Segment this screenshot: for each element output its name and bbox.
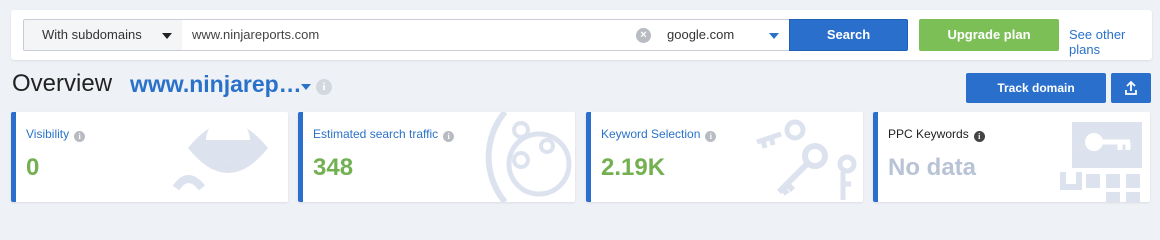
engine-select-label: google.com — [667, 27, 735, 42]
see-other-plans-link[interactable]: See other plans — [1069, 27, 1152, 57]
chevron-down-icon[interactable] — [301, 84, 311, 90]
ppc-keywords-card[interactable]: PPC Keywords i No data — [873, 112, 1150, 202]
info-icon[interactable]: i — [705, 131, 717, 142]
chevron-down-icon — [769, 33, 779, 39]
track-domain-button[interactable]: Track domain — [966, 73, 1106, 103]
orbit-icon — [485, 112, 572, 202]
search-traffic-card[interactable]: Estimated search traffic i 348 — [298, 112, 575, 202]
info-icon[interactable]: i — [443, 131, 455, 142]
page-title: Overview — [12, 70, 113, 97]
search-engine-select[interactable]: google.com — [659, 19, 790, 51]
search-bar: With subdomains www.ninjareports.com × g… — [11, 10, 1152, 60]
upgrade-plan-button[interactable]: Upgrade plan — [919, 19, 1059, 51]
eye-icon — [172, 118, 268, 191]
info-icon[interactable]: i — [74, 131, 86, 142]
ppc-keywords-label: PPC Keywords — [888, 127, 969, 141]
clear-icon[interactable]: × — [636, 28, 651, 43]
scope-select-label: With subdomains — [42, 27, 142, 42]
domain-selector[interactable]: www.ninjarep… — [130, 71, 302, 98]
search-traffic-label: Estimated search traffic — [313, 127, 439, 141]
card-label: Estimated search traffic i — [313, 127, 455, 142]
card-label: Keyword Selection i — [601, 127, 717, 142]
card-label: Visibility i — [26, 127, 86, 142]
visibility-value: 0 — [26, 154, 40, 181]
domain-input[interactable]: www.ninjareports.com — [182, 19, 660, 51]
keyword-selection-label: Keyword Selection — [601, 127, 701, 141]
search-button[interactable]: Search — [789, 19, 908, 51]
info-icon[interactable]: i — [973, 131, 985, 142]
visibility-label: Visibility — [26, 127, 70, 141]
search-traffic-value: 348 — [313, 154, 354, 181]
export-icon — [1125, 80, 1137, 95]
keyword-selection-value: 2.19K — [601, 154, 666, 181]
visibility-card[interactable]: Visibility i 0 — [11, 112, 288, 202]
key-blocks-icon — [1060, 122, 1142, 202]
info-icon[interactable]: i — [316, 79, 332, 95]
keys-icon — [756, 119, 857, 200]
card-label: PPC Keywords i — [888, 127, 985, 142]
ppc-keywords-value: No data — [888, 154, 977, 181]
chevron-down-icon — [162, 33, 172, 39]
keyword-selection-card[interactable]: Keyword Selection i 2.19K — [586, 112, 863, 202]
export-button[interactable] — [1111, 73, 1151, 103]
subdomain-scope-select[interactable]: With subdomains — [23, 19, 183, 51]
